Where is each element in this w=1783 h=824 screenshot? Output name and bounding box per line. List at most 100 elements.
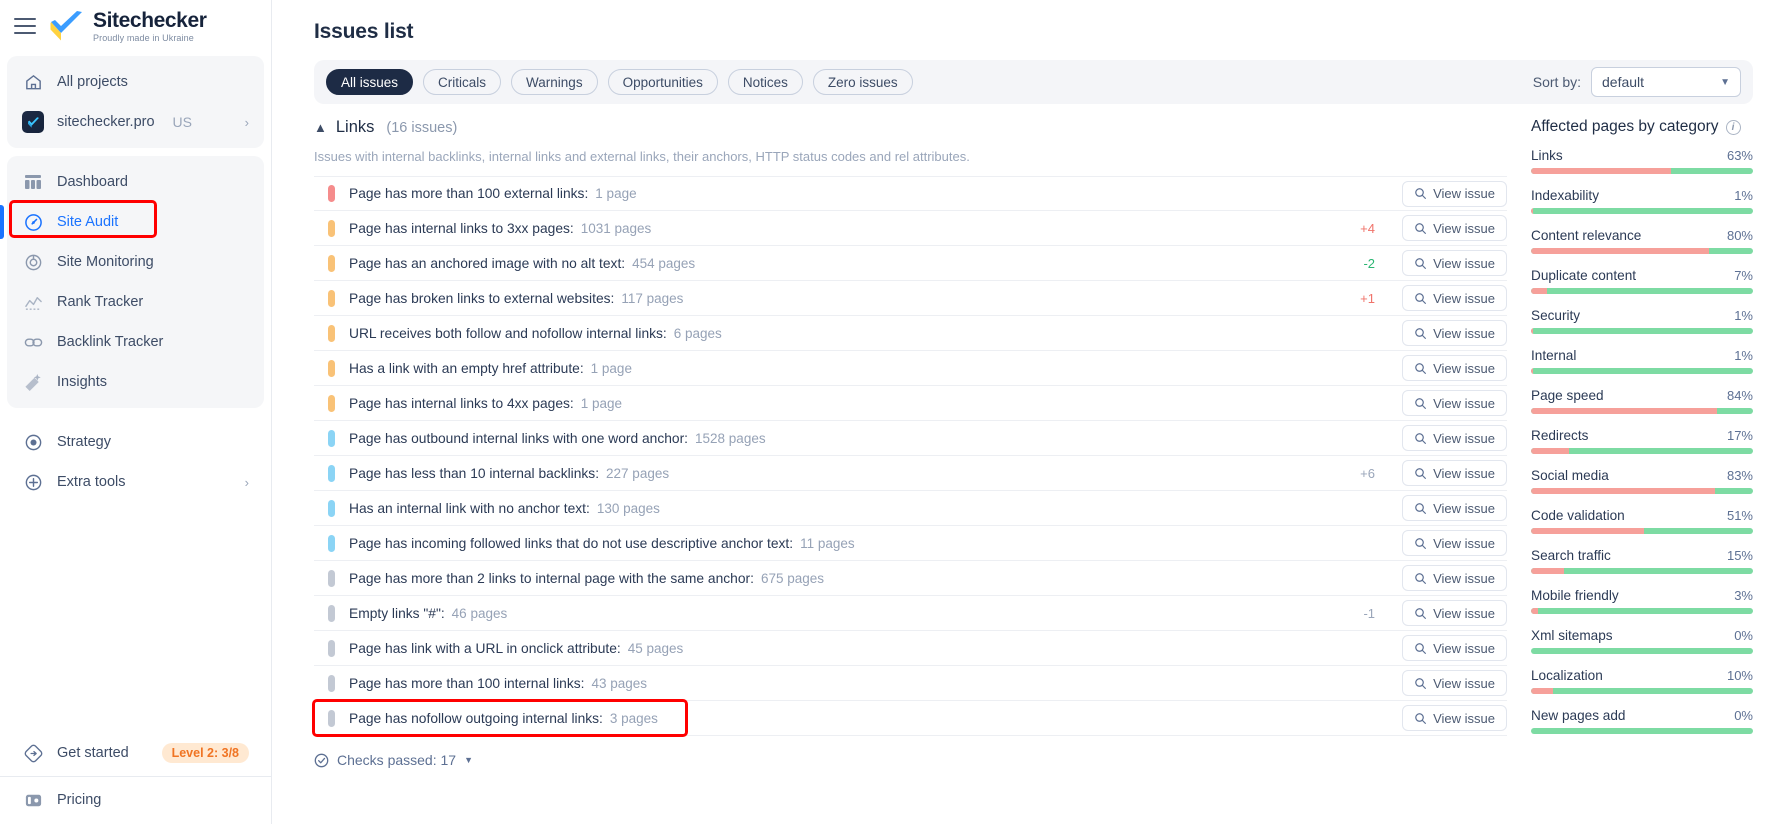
category-head: Xml sitemaps 0% [1531, 628, 1753, 643]
category-bar-fill [1531, 368, 1534, 374]
category-percent: 7% [1734, 268, 1753, 283]
issue-row[interactable]: Page has more than 100 external links: 1 … [314, 176, 1507, 211]
category-bar-fill [1531, 568, 1565, 574]
sort-by-select[interactable]: default ▼ [1591, 67, 1741, 97]
view-issue-button[interactable]: View issue [1402, 495, 1507, 521]
view-issue-button[interactable]: View issue [1402, 390, 1507, 416]
view-issue-button[interactable]: View issue [1402, 460, 1507, 486]
issue-row[interactable]: Page has outbound internal links with on… [314, 421, 1507, 456]
issue-name: Page has an anchored image with no alt t… [349, 255, 626, 271]
view-issue-button[interactable]: View issue [1402, 250, 1507, 276]
sidebar-item-rank-tracker[interactable]: Rank Tracker [10, 282, 261, 322]
issue-row[interactable]: Page has incoming followed links that do… [314, 526, 1507, 561]
issue-actions: View issue [1397, 495, 1507, 521]
view-issue-button[interactable]: View issue [1402, 670, 1507, 696]
info-icon[interactable]: i [1725, 119, 1741, 135]
sidebar-item-site-audit[interactable]: Site Audit [0, 202, 261, 242]
dashboard-icon [22, 171, 44, 193]
sidebar-item-dashboard[interactable]: Dashboard [10, 162, 261, 202]
affected-pages-panel: Affected pages by category i Links 63% Ind… [1531, 118, 1753, 768]
issue-row[interactable]: Has an internal link with no anchor text… [314, 491, 1507, 526]
sidebar-item-project[interactable]: sitechecker.pro US › [10, 102, 261, 142]
issue-row[interactable]: Page has nofollow outgoing internal link… [312, 699, 1507, 737]
category-item: New pages add 0% [1531, 708, 1753, 734]
category-bar [1531, 288, 1753, 294]
sidebar-item-strategy[interactable]: Strategy [10, 422, 261, 462]
sidebar-item-label: All projects [57, 74, 128, 90]
issue-name: Page has internal links to 4xx pages: [349, 395, 574, 411]
view-issue-button[interactable]: View issue [1402, 565, 1507, 591]
filter-chip-warnings[interactable]: Warnings [511, 69, 598, 95]
panel-title-row: Affected pages by category i [1531, 118, 1753, 136]
chevron-right-icon[interactable]: › [245, 475, 249, 490]
filter-chip-criticals[interactable]: Criticals [423, 69, 502, 95]
sidebar-item-backlink-tracker[interactable]: Backlink Tracker [10, 322, 261, 362]
issue-row[interactable]: Page has broken links to external websit… [314, 281, 1507, 316]
issue-row[interactable]: Empty links "#": 46 pages -1 View issue [314, 596, 1507, 631]
hamburger-menu-icon[interactable] [14, 18, 36, 34]
checks-passed-toggle[interactable]: Checks passed: 17 ▼ [314, 752, 1507, 768]
sidebar-item-get-started[interactable]: Get started Level 2: 3/8 [10, 733, 261, 773]
category-head: Indexability 1% [1531, 188, 1753, 203]
view-issue-button[interactable]: View issue [1402, 530, 1507, 556]
issue-row[interactable]: Has a link with an empty href attribute:… [314, 351, 1507, 386]
sidebar-item-pricing[interactable]: Pricing [10, 780, 261, 820]
view-issue-button[interactable]: View issue [1402, 425, 1507, 451]
view-issue-button[interactable]: View issue [1402, 180, 1507, 207]
issue-actions: View issue [1397, 600, 1507, 626]
category-percent: 15% [1726, 548, 1753, 563]
view-issue-button[interactable]: View issue [1402, 285, 1507, 311]
brand-logo[interactable]: Sitechecker Proudly made in Ukraine [48, 10, 207, 43]
view-issue-button[interactable]: View issue [1402, 215, 1507, 241]
issue-row[interactable]: Page has link with a URL in onclick attr… [314, 631, 1507, 666]
sidebar-item-all-projects[interactable]: All projects [10, 62, 261, 102]
issue-row[interactable]: URL receives both follow and nofollow in… [314, 316, 1507, 351]
sidebar-item-label: Insights [57, 374, 107, 390]
issue-actions: View issue [1397, 530, 1507, 556]
category-label: Xml sitemaps [1531, 628, 1613, 643]
filter-chip-all-issues[interactable]: All issues [326, 69, 414, 95]
view-issue-label: View issue [1433, 675, 1495, 691]
severity-indicator [328, 394, 335, 412]
issue-page-count: 1 page [590, 360, 632, 376]
category-head: Duplicate content 7% [1531, 268, 1753, 283]
chevron-up-icon[interactable]: ▲ [314, 121, 327, 134]
get-started-icon [22, 742, 44, 764]
view-issue-button[interactable]: View issue [1402, 705, 1507, 731]
section-header-links[interactable]: ▲ Links (16 issues) [314, 118, 1507, 137]
sidebar-item-label: Site Monitoring [57, 254, 154, 270]
category-percent: 17% [1726, 428, 1753, 443]
sidebar-item-site-monitoring[interactable]: Site Monitoring [10, 242, 261, 282]
filter-chip-zero-issues[interactable]: Zero issues [812, 69, 913, 95]
issue-actions: View issue [1397, 460, 1507, 486]
issue-row[interactable]: Page has less than 10 internal backlinks… [314, 456, 1507, 491]
project-avatar [22, 111, 44, 133]
category-label: Content relevance [1531, 228, 1642, 243]
filter-chip-notices[interactable]: Notices [727, 69, 803, 95]
issue-row[interactable]: Page has more than 2 links to internal p… [314, 561, 1507, 596]
view-issue-button[interactable]: View issue [1402, 600, 1507, 626]
category-percent: 84% [1726, 388, 1753, 403]
issue-delta: +6 [1360, 465, 1375, 481]
sidebar-item-insights[interactable]: Insights [10, 362, 261, 402]
search-icon [1414, 572, 1427, 585]
checks-passed-label: Checks passed: 17 [337, 752, 457, 768]
issue-row[interactable]: Page has internal links to 4xx pages: 1 p… [314, 386, 1507, 421]
chevron-down-icon[interactable]: ▼ [464, 755, 473, 765]
filter-chip-opportunities[interactable]: Opportunities [607, 69, 718, 95]
sidebar-item-extra-tools[interactable]: Extra tools › [10, 462, 261, 502]
category-label: Indexability [1531, 188, 1600, 203]
view-issue-button[interactable]: View issue [1402, 320, 1507, 346]
severity-indicator [328, 569, 335, 587]
view-issue-button[interactable]: View issue [1402, 355, 1507, 381]
issues-column: ▲ Links (16 issues) Issues with internal… [312, 118, 1507, 768]
project-country-badge: US [172, 114, 192, 130]
view-issue-button[interactable]: View issue [1402, 635, 1507, 661]
chevron-down-icon: ▼ [1720, 76, 1730, 88]
category-percent: 1% [1734, 188, 1753, 203]
section-title: Links [335, 118, 375, 136]
issue-row[interactable]: Page has an anchored image with no alt t… [314, 246, 1507, 281]
issue-row[interactable]: Page has more than 100 internal links: 43… [314, 666, 1507, 701]
chevron-right-icon[interactable]: › [245, 115, 249, 130]
issue-row[interactable]: Page has internal links to 3xx pages: 103… [314, 211, 1507, 246]
